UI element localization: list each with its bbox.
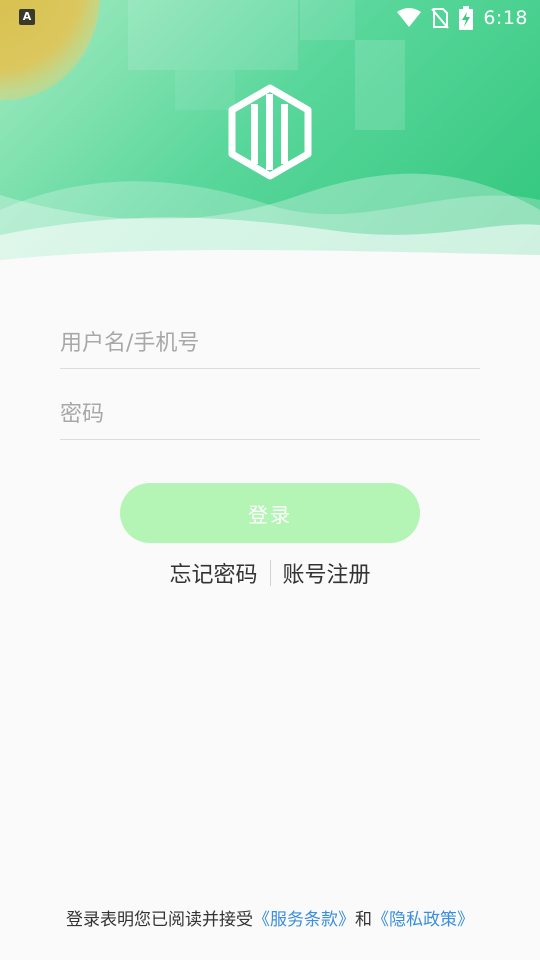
forgot-password-link[interactable]: 忘记密码: [157, 557, 269, 589]
app-notification-icon: A: [19, 9, 35, 25]
header-banner: A 6:18: [0, 0, 540, 290]
background-block: [355, 40, 405, 130]
password-input[interactable]: [60, 389, 480, 439]
status-bar: A 6:18: [0, 0, 540, 36]
username-field[interactable]: [60, 318, 480, 369]
auth-links: 忘记密码 账号注册: [0, 555, 540, 591]
agreement-conjunction: 和: [355, 910, 372, 930]
register-link[interactable]: 账号注册: [271, 557, 383, 589]
battery-charging-icon: [459, 6, 474, 30]
username-input[interactable]: [60, 318, 480, 368]
building-logo-icon: [228, 84, 312, 180]
login-button[interactable]: 登录: [120, 483, 420, 543]
agreement-prefix: 登录表明您已阅读并接受: [66, 910, 253, 930]
password-field[interactable]: [60, 389, 480, 440]
wifi-icon: [397, 8, 422, 27]
terms-link[interactable]: 《服务条款》: [253, 910, 355, 930]
privacy-link[interactable]: 《隐私政策》: [372, 910, 474, 930]
agreement-footer: 登录表明您已阅读并接受《服务条款》和《隐私政策》: [0, 905, 540, 930]
no-sim-icon: [431, 8, 450, 29]
status-time: 6:18: [483, 7, 528, 29]
